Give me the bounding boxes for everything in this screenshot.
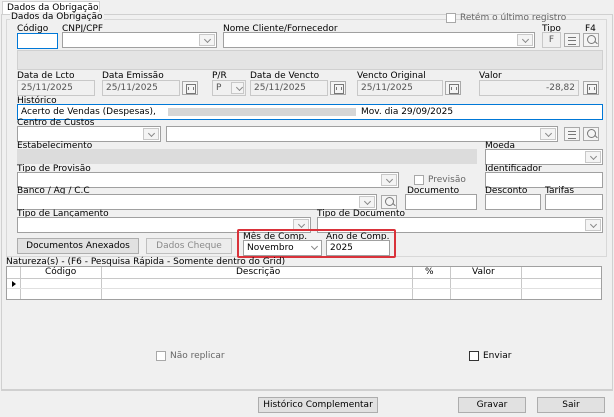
nao-replicar-checkbox[interactable] bbox=[156, 351, 166, 361]
grid-col-percent[interactable]: % bbox=[425, 267, 434, 278]
chevron-down-icon[interactable] bbox=[381, 174, 397, 186]
enviar-checkbox[interactable] bbox=[469, 351, 479, 361]
table-row[interactable] bbox=[7, 279, 601, 289]
chevron-down-icon[interactable] bbox=[359, 196, 375, 208]
cnpj-combo[interactable] bbox=[62, 32, 217, 48]
group-title: Dados da Obrigação bbox=[10, 12, 104, 23]
data-emissao-field: 25/11/2025 bbox=[102, 80, 180, 96]
enviar-label: Enviar bbox=[483, 351, 512, 361]
previsao-label: Previsão bbox=[428, 175, 466, 185]
grid-header bbox=[7, 267, 601, 279]
list-icon[interactable] bbox=[564, 33, 580, 47]
chevron-down-icon bbox=[231, 82, 244, 94]
retem-checkbox[interactable] bbox=[446, 13, 456, 23]
search-icon[interactable] bbox=[583, 127, 599, 141]
nome-combo[interactable] bbox=[223, 32, 535, 48]
search-icon[interactable] bbox=[381, 195, 397, 209]
mes-comp-value: Novembro bbox=[247, 243, 294, 253]
chevron-down-icon[interactable] bbox=[199, 34, 215, 46]
vencto-original-field: 25/11/2025 bbox=[357, 80, 443, 96]
centro-custos-combo[interactable] bbox=[17, 126, 161, 142]
documentos-anexados-button[interactable]: Documentos Anexados bbox=[17, 238, 139, 254]
historico-complementar-button[interactable]: Histórico Complementar bbox=[258, 397, 378, 413]
chevron-down-icon[interactable] bbox=[585, 219, 601, 231]
historico-suffix: Mov. dia 29/09/2025 bbox=[361, 107, 454, 117]
moeda-combo[interactable] bbox=[485, 149, 603, 165]
desconto-input[interactable] bbox=[485, 194, 541, 210]
historico-input[interactable]: Acerto de Vendas (Despesas), Mov. dia 29… bbox=[17, 104, 603, 120]
natureza-grid[interactable]: Código Descrição % Valor bbox=[6, 266, 602, 300]
row-pointer-icon bbox=[12, 281, 16, 287]
chevron-down-icon[interactable] bbox=[143, 128, 159, 140]
pr-value: P bbox=[216, 83, 222, 93]
historico-redacted bbox=[168, 108, 356, 116]
grid-col-descricao[interactable]: Descrição bbox=[236, 267, 280, 278]
dados-cheque-button: Dados Cheque bbox=[146, 238, 232, 254]
centro-custos-desc-combo[interactable] bbox=[166, 126, 558, 142]
bottom-separator bbox=[1, 390, 613, 391]
previsao-checkbox[interactable] bbox=[414, 175, 424, 185]
grid-col-valor[interactable]: Valor bbox=[472, 267, 495, 278]
chevron-down-icon[interactable] bbox=[540, 128, 556, 140]
search-icon[interactable] bbox=[583, 33, 599, 47]
calendar-icon[interactable] bbox=[445, 81, 461, 95]
calendar-icon[interactable] bbox=[330, 81, 346, 95]
tipo-field: F bbox=[542, 32, 561, 48]
data-lcto-field: 25/11/2025 bbox=[17, 80, 95, 96]
retem-label: Retém o último registro bbox=[460, 13, 567, 23]
estabelecimento-field bbox=[17, 149, 477, 164]
codigo-input[interactable] bbox=[17, 33, 58, 49]
mes-comp-combo[interactable]: Novembro bbox=[243, 240, 322, 256]
nao-replicar-label: Não replicar bbox=[170, 351, 225, 361]
grid-col-codigo[interactable]: Código bbox=[45, 267, 76, 278]
list-icon[interactable] bbox=[564, 127, 580, 141]
historico-prefix: Acerto de Vendas (Despesas), bbox=[21, 107, 156, 117]
chevron-down-icon[interactable] bbox=[585, 151, 601, 163]
calendar-icon[interactable] bbox=[583, 81, 599, 95]
data-vencto-field: 25/11/2025 bbox=[250, 80, 328, 96]
tarifas-input[interactable] bbox=[545, 194, 603, 210]
ano-comp-input[interactable]: 2025 bbox=[326, 240, 390, 256]
pr-combo: P bbox=[212, 80, 246, 96]
sair-button[interactable]: Sair bbox=[537, 397, 605, 413]
documento-input[interactable] bbox=[405, 194, 477, 210]
chevron-down-icon[interactable] bbox=[307, 242, 320, 254]
valor-field: -28,82 bbox=[479, 80, 579, 96]
banco-combo[interactable] bbox=[17, 194, 377, 210]
gravar-button[interactable]: Gravar bbox=[458, 397, 526, 413]
calendar-icon[interactable] bbox=[182, 81, 198, 95]
chevron-down-icon[interactable] bbox=[517, 34, 533, 46]
cliente-info-area bbox=[17, 50, 603, 70]
